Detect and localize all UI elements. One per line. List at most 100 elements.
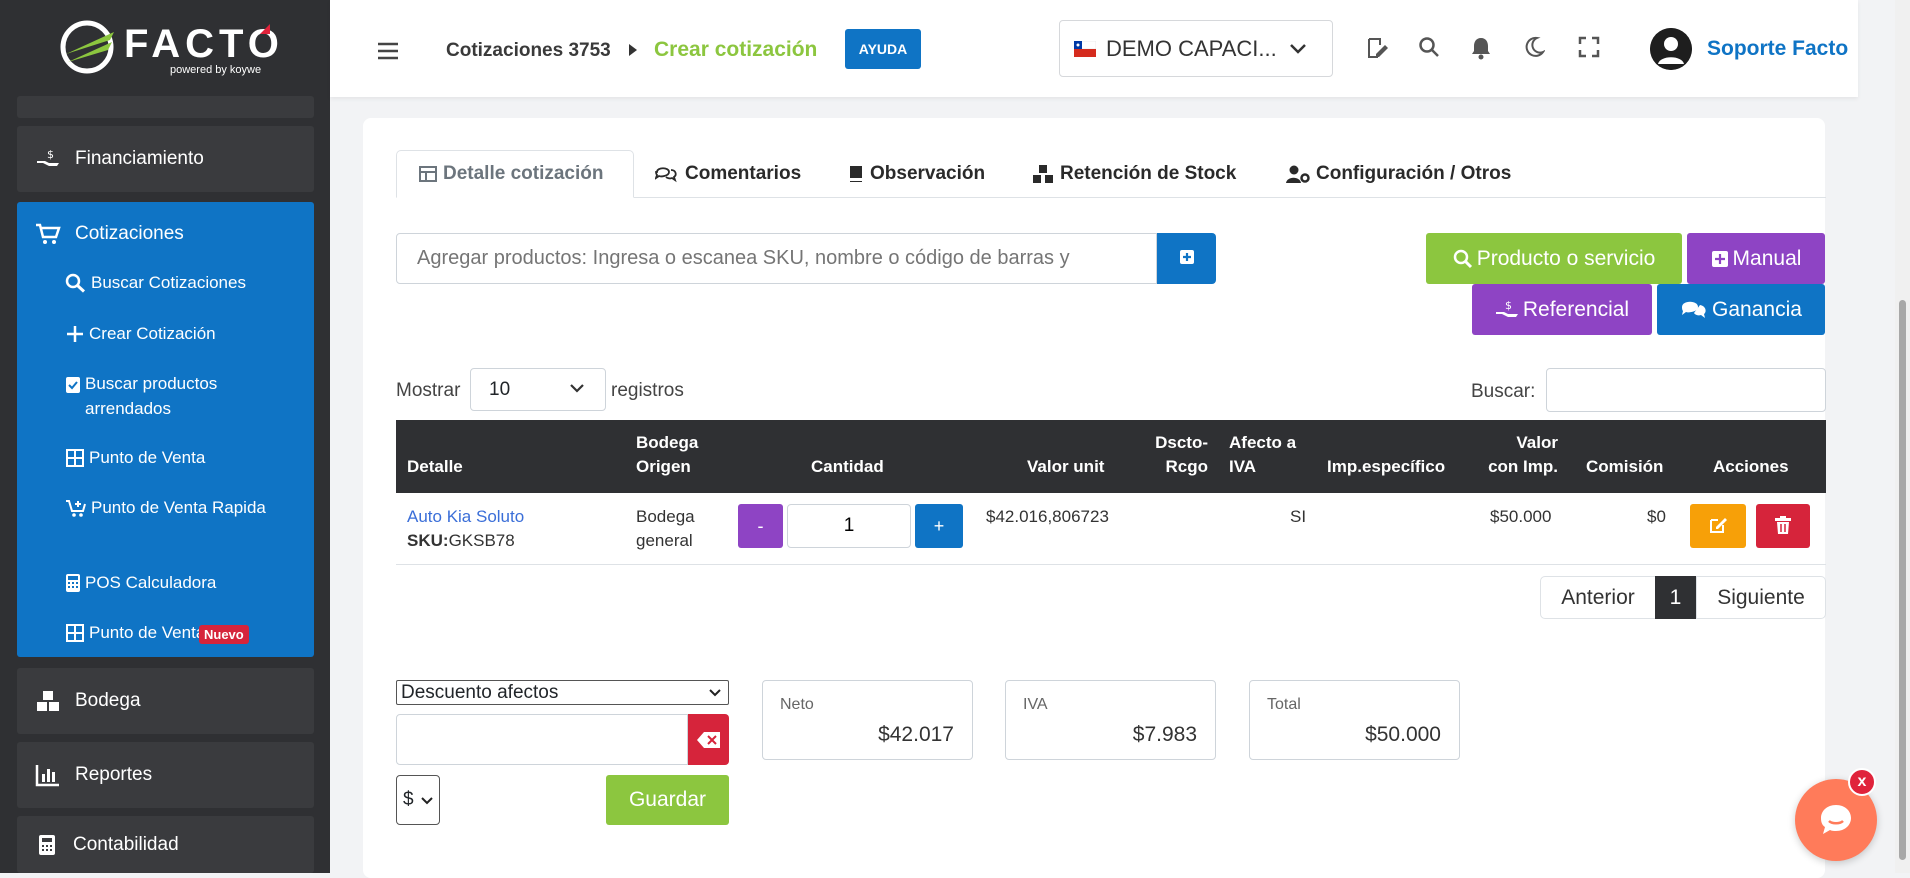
referencial-button[interactable]: $ Referencial <box>1472 284 1652 335</box>
qty-input[interactable] <box>787 504 911 548</box>
th-acciones: Acciones <box>1713 457 1789 476</box>
facto-logo-icon <box>60 20 114 74</box>
sidebar-sub-label: POS Calculadora <box>85 573 217 592</box>
user-name[interactable]: Soporte Facto <box>1707 37 1848 61</box>
qty-decrease-button[interactable]: - <box>738 504 783 548</box>
page-size-select[interactable]: 10 <box>470 368 606 411</box>
edit-document-icon[interactable] <box>1365 36 1389 60</box>
sidebar-item-contabilidad[interactable]: Contabilidad <box>17 816 314 873</box>
comision: $0 <box>1647 507 1666 526</box>
sidebar-sub-crear-cotizacion[interactable]: Crear Cotización <box>65 321 305 346</box>
delete-row-button[interactable] <box>1756 504 1810 548</box>
calculator-icon <box>66 574 80 592</box>
pagination-next[interactable]: Siguiente <box>1696 576 1826 619</box>
ganancia-button[interactable]: Ganancia <box>1657 284 1825 335</box>
neto-box: Neto $42.017 <box>762 680 973 760</box>
th-valor-unit: Valor unit <box>1027 457 1105 476</box>
table-search-input[interactable] <box>1546 368 1826 412</box>
bell-icon[interactable] <box>1470 36 1492 60</box>
book-icon <box>850 166 862 182</box>
discount-type-select[interactable]: Descuento afectos <box>396 680 729 705</box>
tab-comentarios[interactable]: Comentarios <box>655 150 801 198</box>
pagination-page-1[interactable]: 1 <box>1655 576 1696 619</box>
currency-value: $ <box>403 789 414 810</box>
scrollbar-thumb[interactable] <box>1899 300 1906 860</box>
sidebar-sub-pos-calculadora[interactable]: POS Calculadora <box>65 570 305 595</box>
valor-con-imp: $50.000 <box>1490 507 1552 526</box>
neto-value: $42.017 <box>878 723 954 746</box>
sidebar-item-reportes[interactable]: Reportes <box>17 742 314 808</box>
sidebar-sub-label: Punto de Venta <box>89 448 206 467</box>
sidebar-sub-punto-venta[interactable]: Punto de Venta <box>65 445 305 470</box>
sidebar-sub-buscar-arrendados[interactable]: Buscar productos arrendados <box>65 371 305 421</box>
hamburger-menu-icon[interactable] <box>377 42 399 60</box>
fullscreen-icon[interactable] <box>1578 36 1600 58</box>
help-button[interactable]: AYUDA <box>845 29 921 69</box>
search-icon[interactable] <box>1418 36 1440 58</box>
sku-value: GKSB78 <box>448 531 515 550</box>
tab-label: Retención de Stock <box>1060 163 1237 184</box>
plus-square-icon <box>1179 250 1194 264</box>
th-dscto-line2: Rcgo <box>1165 457 1209 476</box>
tab-label: Observación <box>870 163 986 184</box>
moon-icon[interactable] <box>1523 36 1545 58</box>
add-product-input[interactable] <box>396 233 1157 284</box>
user-cog-icon <box>1286 165 1310 183</box>
manual-button[interactable]: Manual <box>1687 233 1825 284</box>
discount-type-value: Descuento afectos <box>401 681 559 703</box>
cart-plus-icon <box>66 500 86 517</box>
save-discount-button[interactable]: Guardar <box>606 775 729 825</box>
chevron-down-icon <box>709 689 721 697</box>
sidebar-item-bodega[interactable]: Bodega <box>17 668 314 734</box>
sidebar-group-cotizaciones: Cotizaciones Buscar Cotizaciones Crear C… <box>17 202 314 657</box>
edit-row-button[interactable] <box>1690 504 1746 548</box>
sidebar-item-label: Reportes <box>75 764 153 785</box>
sidebar-item-prev[interactable] <box>17 96 314 118</box>
sidebar-sub-punto-venta-rapida[interactable]: Punto de Venta Rapida <box>65 495 305 520</box>
tab-detalle[interactable]: Detalle cotización <box>396 150 634 198</box>
chevron-down-icon <box>570 384 584 393</box>
sidebar-item-label: Contabilidad <box>73 833 179 855</box>
currency-select[interactable]: $ <box>396 775 440 825</box>
sidebar-sub-label: Punto de Venta Rapida <box>91 498 266 517</box>
tab-configuracion[interactable]: Configuración / Otros <box>1286 150 1511 198</box>
table-icon <box>419 166 437 182</box>
button-label: Referencial <box>1522 297 1630 321</box>
avatar[interactable] <box>1650 28 1692 70</box>
records-label: registros <box>611 380 684 401</box>
hand-money-icon: $ <box>1495 299 1518 317</box>
sidebar-sub-buscar-cotizaciones[interactable]: Buscar Cotizaciones <box>65 270 305 295</box>
pagination-prev[interactable]: Anterior <box>1540 576 1656 619</box>
discount-value-input[interactable] <box>396 714 688 765</box>
backspace-icon <box>697 732 720 748</box>
breadcrumb-parent[interactable]: Cotizaciones 3753 <box>446 40 611 62</box>
svg-text:$: $ <box>1505 299 1512 312</box>
add-product-button[interactable] <box>1157 233 1216 284</box>
chevron-down-icon <box>1289 43 1306 54</box>
th-imp-especifico: Imp.específico <box>1327 457 1446 476</box>
th-detalle: Detalle <box>407 457 463 476</box>
sidebar-sub-punto-venta-nuevo[interactable]: Punto de Venta <box>65 620 305 645</box>
boxes-icon <box>37 691 59 711</box>
bodega-line1: Bodega <box>636 507 695 526</box>
clipboard-check-icon <box>66 377 80 393</box>
company-select[interactable]: DEMO CAPACI... <box>1059 20 1333 77</box>
page-size-value: 10 <box>489 378 511 400</box>
button-label: Ganancia <box>1712 297 1802 321</box>
chile-flag-icon <box>1074 40 1096 57</box>
sidebar-item-financiamiento[interactable]: $ Financiamiento <box>17 126 314 192</box>
table-header: Detalle Bodega Origen Cantidad Valor uni… <box>396 420 1826 493</box>
product-link[interactable]: Auto Kia Soluto <box>407 505 524 529</box>
chat-close-button[interactable]: x <box>1848 768 1876 796</box>
edit-icon <box>1710 517 1727 533</box>
th-valor-imp-line1: Valor <box>1516 433 1558 452</box>
sidebar-item-cotizaciones[interactable]: Cotizaciones <box>35 222 184 246</box>
tab-retencion-stock[interactable]: Retención de Stock <box>1032 150 1236 198</box>
sidebar-item-label: Financiamiento <box>75 148 204 169</box>
clear-discount-button[interactable] <box>688 714 729 765</box>
th-dscto-line1: Dscto- <box>1155 433 1208 452</box>
tab-observacion[interactable]: Observación <box>848 150 985 198</box>
producto-servicio-button[interactable]: Producto o servicio <box>1426 233 1682 284</box>
show-label: Mostrar <box>396 380 461 401</box>
qty-increase-button[interactable]: + <box>915 504 963 548</box>
